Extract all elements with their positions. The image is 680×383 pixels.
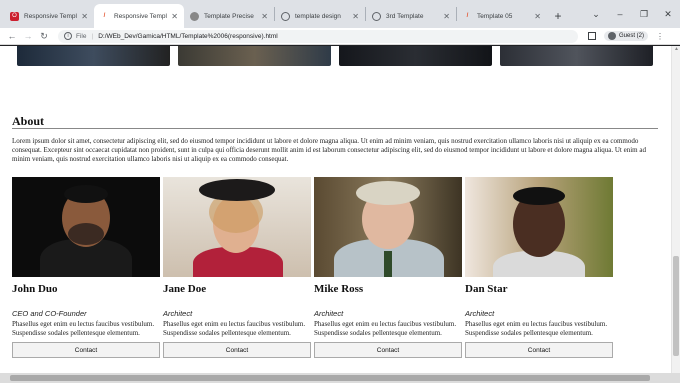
tab-title: template design [295,12,341,20]
scheme-label: File [76,32,87,40]
tab-strip: O Responsive Template ✕ / Responsive Tem… [0,0,680,28]
tab-title: Template Precise [204,12,254,20]
back-button[interactable]: ← [4,31,20,41]
team-photo [465,177,613,277]
menu-icon[interactable]: ⋮ [656,32,664,41]
contact-button[interactable]: Contact [163,342,311,358]
member-description: Phasellus eget enim eu lectus faucibus v… [12,320,155,337]
team-card: John Duo CEO and CO-Founder Phasellus eg… [12,177,160,358]
tab-template-design[interactable]: template design ✕ [275,4,365,28]
close-icon[interactable]: ✕ [534,12,541,21]
member-name: John Duo [12,283,58,295]
gallery-image [339,46,492,66]
about-paragraph: Lorem ipsum dolor sit amet, consectetur … [12,137,646,163]
page-viewport: About Lorem ipsum dolor sit amet, consec… [0,46,680,373]
member-description: Phasellus eget enim eu lectus faucibus v… [314,320,457,337]
tab-template-05[interactable]: / Template 05 ✕ [457,4,547,28]
scroll-thumb[interactable] [673,256,679,356]
tab-3rd-template[interactable]: 3rd Template ✕ [366,4,456,28]
html-file-icon: / [466,13,469,19]
tab-template-precise[interactable]: Template Precise ✕ [184,4,274,28]
restore-button[interactable]: ❐ [632,9,656,20]
tab-responsive-template-1[interactable]: O Responsive Template ✕ [4,4,94,28]
gallery-image [17,46,170,66]
tab-search-icon[interactable]: ⌄ [584,9,608,20]
tab-title: Template 05 [477,12,513,20]
address-bar[interactable]: i File | D:/WEb_Dev/Gamica/HTML/Template… [58,29,578,43]
contact-button[interactable]: Contact [465,342,613,358]
horizontal-scrollbar[interactable] [0,373,680,383]
profile-button[interactable]: Guest (2) [604,31,649,41]
scroll-up-icon[interactable]: ▲ [672,46,680,55]
toolbar-right: Guest (2) ⋮ [588,31,664,41]
side-panel-icon[interactable] [588,32,596,40]
browser-toolbar: ← → ↻ i File | D:/WEb_Dev/Gamica/HTML/Te… [0,28,680,45]
divider: | [91,32,94,40]
member-role: Architect [163,309,193,318]
globe-icon [190,11,199,21]
member-role: Architect [314,309,344,318]
member-name: Mike Ross [314,283,364,295]
tab-title: 3rd Template [386,12,424,20]
gallery-image [500,46,653,66]
forward-button[interactable]: → [20,31,36,41]
reload-button[interactable]: ↻ [36,31,52,42]
info-icon[interactable]: i [64,32,72,40]
member-role: CEO and CO-Founder [12,309,87,318]
team-photo [314,177,462,277]
scroll-thumb[interactable] [10,375,650,381]
heading-divider [12,128,658,129]
contact-button[interactable]: Contact [314,342,462,358]
close-window-button[interactable]: ✕ [656,9,680,20]
member-description: Phasellus eget enim eu lectus faucibus v… [465,320,608,337]
tab-title: Responsive Template [114,12,167,20]
member-role: Architect [465,309,495,318]
member-description: Phasellus eget enim eu lectus faucibus v… [163,320,306,337]
close-icon[interactable]: ✕ [352,12,359,21]
close-icon[interactable]: ✕ [81,12,88,21]
tab-title: Responsive Template [24,12,77,20]
opera-icon: O [10,11,19,21]
member-name: Jane Doe [163,283,207,295]
team-photo [163,177,311,277]
about-heading: About [12,114,45,128]
globe-icon [281,11,290,21]
html-file-icon: / [103,13,106,19]
close-icon[interactable]: ✕ [171,12,178,21]
team-photo [12,177,160,277]
tab-responsive-template-active[interactable]: / Responsive Template ✕ [94,4,184,28]
team-card: Mike Ross Architect Phasellus eget enim … [314,177,462,358]
gallery-image [178,46,331,66]
globe-icon [372,11,381,21]
profile-label: Guest (2) [619,33,645,39]
avatar-icon [608,32,616,40]
close-icon[interactable]: ✕ [443,12,450,21]
team-card: Jane Doe Architect Phasellus eget enim e… [163,177,311,358]
member-name: Dan Star [465,283,508,295]
new-tab-button[interactable]: + [547,4,569,28]
window-controls: ⌄ – ❐ ✕ [584,0,680,28]
team-cards: John Duo CEO and CO-Founder Phasellus eg… [12,177,613,358]
contact-button[interactable]: Contact [12,342,160,358]
url-text: D:/WEb_Dev/Gamica/HTML/Template%2006(res… [98,32,278,40]
vertical-scrollbar[interactable]: ▲ [671,46,680,373]
team-card: Dan Star Architect Phasellus eget enim e… [465,177,613,358]
minimize-button[interactable]: – [608,9,632,19]
close-icon[interactable]: ✕ [261,12,268,21]
gallery-strip [17,46,653,66]
